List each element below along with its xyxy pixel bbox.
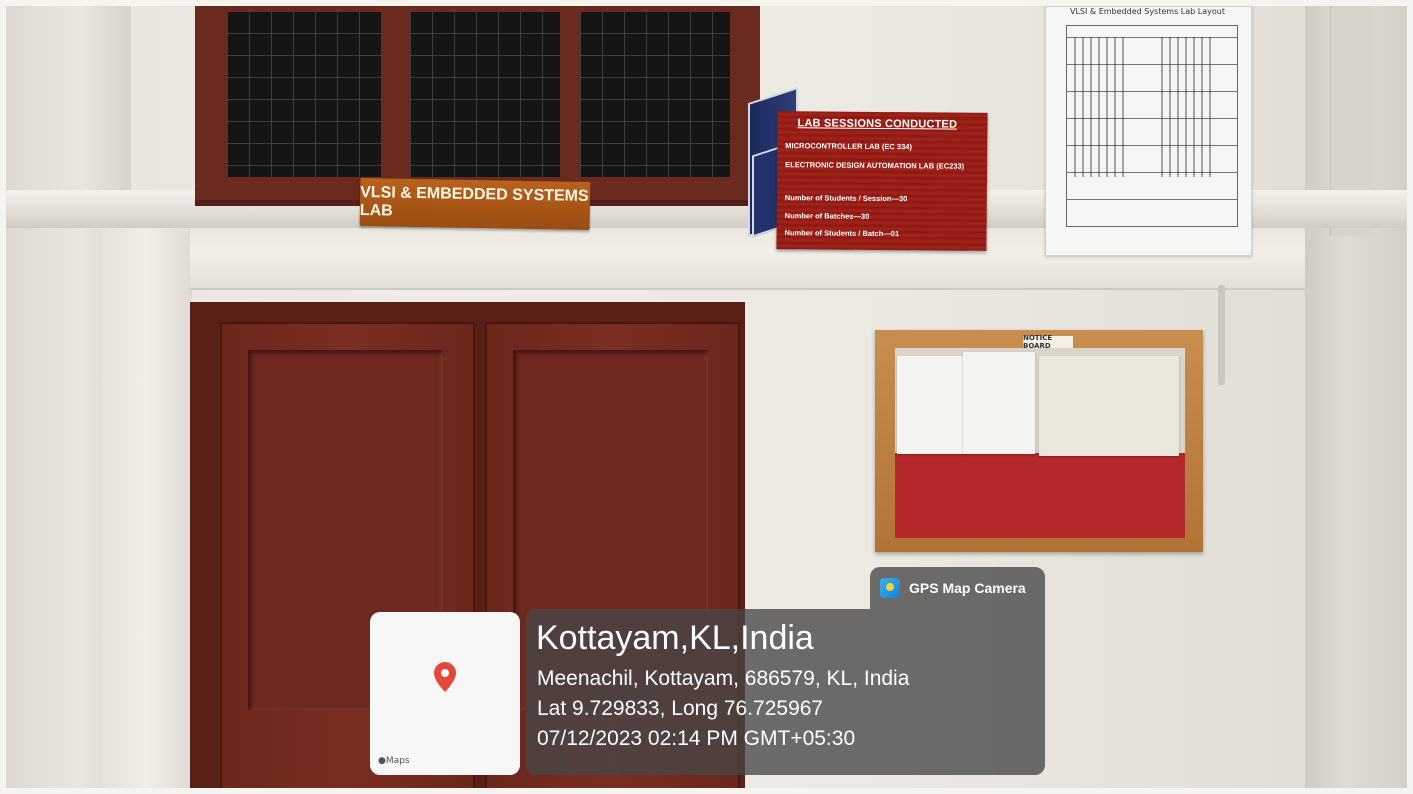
notice-board-label: NOTICE BOARD (1023, 334, 1073, 350)
location-coordinates: Lat 9.729833, Long 76.725967 (537, 697, 824, 720)
lab-layout-sheet: VLSI & Embedded Systems Lab Layout (1045, 6, 1252, 256)
window-pane (410, 12, 560, 177)
layout-seat-marks (1074, 37, 1124, 177)
map-brand-label: ●Maps (378, 756, 410, 766)
gps-app-badge: GPS Map Camera (870, 567, 1045, 609)
capture-datetime: 07/12/2023 02:14 PM GMT+05:30 (537, 727, 856, 750)
left-pillar-edge (100, 220, 192, 794)
layout-seat-marks (1161, 37, 1211, 177)
sessions-line: Number of Students / Batch—01 (784, 228, 900, 239)
gps-info-panel: Kottayam,KL,India Meenachil, Kottayam, 6… (526, 609, 1045, 775)
gps-map-camera-icon (880, 578, 900, 598)
window (195, 6, 760, 206)
map-thumbnail[interactable]: ●Maps (370, 612, 520, 775)
location-title: Kottayam,KL,India (536, 619, 814, 657)
sessions-line: ELECTRONIC DESIGN AUTOMATION LAB (EC233) (785, 160, 965, 171)
notice-board-surface (895, 348, 1185, 538)
layout-sheet-title: VLSI & Embedded Systems Lab Layout (1070, 7, 1225, 16)
sessions-line: Number of Students / Session—30 (784, 193, 908, 204)
notice-paper (963, 352, 1035, 454)
lab-sessions-board: LAB SESSIONS CONDUCTED MICROCONTROLLER L… (776, 111, 988, 251)
apple-logo-icon: ● (378, 756, 386, 766)
gps-app-name: GPS Map Camera (909, 580, 1026, 596)
wall-pipe (1218, 285, 1225, 385)
window-pane (580, 12, 730, 177)
location-address: Meenachil, Kottayam, 686579, KL, India (537, 667, 910, 690)
sessions-line: MICROCONTROLLER LAB (EC 334) (785, 141, 913, 152)
notice-paper (1039, 356, 1179, 456)
lab-name-sign: VLSI & EMBEDDED SYSTEMS LAB (359, 177, 591, 231)
photo-scene: VLSI & EMBEDDED SYSTEMS LAB LAB SESSIONS… (0, 0, 1413, 794)
notice-paper (897, 356, 965, 454)
window-pane (227, 12, 382, 177)
notice-board: NOTICE BOARD (875, 330, 1203, 552)
map-brand-text: Maps (385, 756, 410, 766)
sessions-line: Number of Batches—30 (784, 211, 870, 221)
sessions-board-title: LAB SESSIONS CONDUCTED (797, 117, 958, 131)
map-pin-icon (434, 662, 456, 692)
